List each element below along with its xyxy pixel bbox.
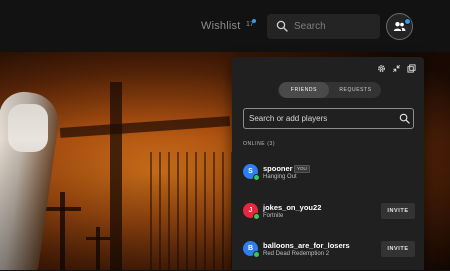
search-icon bbox=[399, 113, 410, 124]
friend-name: spooner bbox=[263, 164, 293, 173]
tab-friends[interactable]: FRIENDS bbox=[279, 82, 329, 98]
gear-icon[interactable] bbox=[377, 64, 386, 73]
online-status-dot bbox=[253, 174, 260, 181]
friend-status: Hanging Out bbox=[263, 174, 297, 180]
add-players-input[interactable]: Search or add players bbox=[243, 108, 414, 129]
friend-status: Red Dead Redemption 2 bbox=[263, 251, 330, 257]
online-status-dot bbox=[253, 251, 260, 258]
online-status-dot bbox=[253, 213, 260, 220]
add-players-placeholder: Search or add players bbox=[249, 114, 328, 123]
invite-button[interactable]: INVITE bbox=[381, 241, 415, 257]
friends-button[interactable] bbox=[386, 13, 413, 40]
tab-requests[interactable]: REQUESTS bbox=[331, 82, 380, 98]
friend-name: jokes_on_you22 bbox=[263, 203, 322, 212]
online-section-header: ONLINE (3) bbox=[243, 141, 276, 147]
wishlist-notification-dot bbox=[252, 19, 256, 23]
collapse-icon[interactable] bbox=[392, 64, 401, 73]
friend-name: balloons_are_for_losers bbox=[263, 241, 350, 250]
friend-status: Fortnite bbox=[263, 213, 284, 219]
friend-row-jokes-on-you22[interactable]: J jokes_on_you22 Fortnite INVITE bbox=[243, 203, 418, 233]
search-placeholder: Search bbox=[294, 21, 326, 32]
friend-row-spooner[interactable]: S spooner YOU Hanging Out bbox=[243, 164, 418, 194]
invite-button[interactable]: INVITE bbox=[381, 203, 415, 219]
search-icon bbox=[276, 20, 288, 32]
friends-notification-dot bbox=[404, 18, 411, 25]
wishlist-link[interactable]: Wishlist bbox=[201, 20, 241, 32]
friends-panel: FRIENDS REQUESTS Search or add players O… bbox=[232, 57, 424, 270]
friends-tabs: FRIENDS REQUESTS bbox=[278, 82, 381, 98]
friend-row-balloons-are-for-losers[interactable]: B balloons_are_for_losers Red Dead Redem… bbox=[243, 241, 418, 271]
popout-icon[interactable] bbox=[407, 64, 416, 73]
search-box[interactable]: Search bbox=[267, 14, 380, 39]
you-badge: YOU bbox=[294, 165, 310, 173]
top-bar: Wishlist 17 Search bbox=[0, 0, 450, 52]
